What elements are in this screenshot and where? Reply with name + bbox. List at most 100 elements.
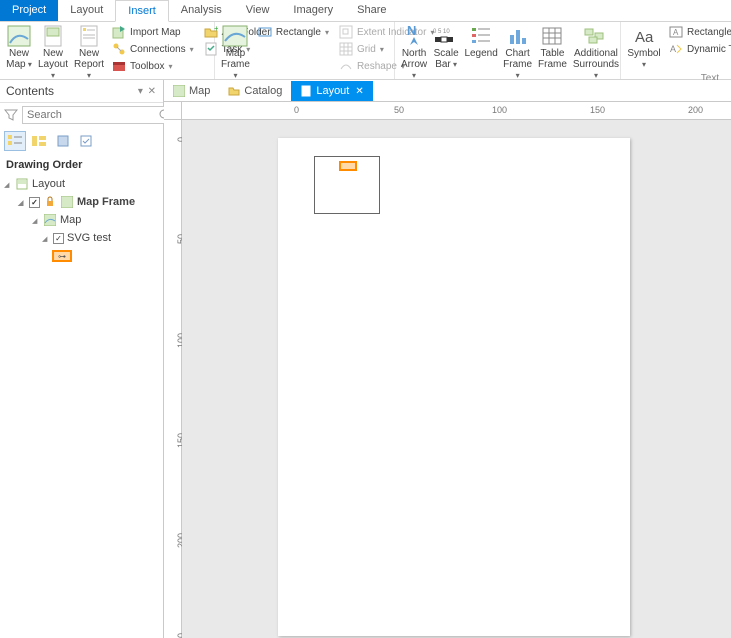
connections-label: Connections bbox=[130, 44, 186, 55]
ruler-label: 150 bbox=[590, 105, 605, 115]
chart-frame-button[interactable]: ChartFrame bbox=[501, 22, 534, 83]
view-tab-layout[interactable]: Layout✕ bbox=[291, 81, 372, 101]
tab-layout[interactable]: Layout bbox=[58, 0, 115, 21]
legend-button[interactable]: Legend bbox=[463, 22, 499, 61]
tab-imagery[interactable]: Imagery bbox=[281, 0, 345, 21]
ruler-label: 50 bbox=[394, 105, 404, 115]
legend-label: Legend bbox=[464, 48, 497, 59]
visibility-checkbox[interactable] bbox=[53, 233, 64, 244]
twisty-icon[interactable] bbox=[32, 214, 40, 226]
ribbon-group-map-surrounds: N NorthArrow 0 5 10 ScaleBar Legend Char… bbox=[395, 22, 621, 79]
extent-icon bbox=[339, 25, 353, 39]
dynamic-text-button[interactable]: A Dynamic Text bbox=[665, 41, 731, 57]
text-rectangle-button[interactable]: ARectangle bbox=[665, 24, 731, 40]
contents-header: Contents ▾ ✕ bbox=[0, 80, 163, 103]
report-icon bbox=[76, 24, 102, 48]
drawing-order-title: Drawing Order bbox=[0, 157, 163, 175]
ruler-label: 200 bbox=[688, 105, 703, 115]
surrounds-icon bbox=[583, 24, 609, 48]
view-tab-label: Catalog bbox=[244, 85, 282, 97]
toolbox-button[interactable]: Toolbox bbox=[108, 58, 198, 74]
view-tab-label: Map bbox=[189, 85, 210, 97]
additional-surrounds-button[interactable]: AdditionalSurrounds bbox=[571, 22, 621, 83]
connections-button[interactable]: Connections bbox=[108, 41, 198, 57]
rectangle-button[interactable]: Rectangle bbox=[254, 24, 333, 40]
chart-frame-label: ChartFrame bbox=[503, 48, 532, 70]
symbol-button[interactable]: Aa Symbol bbox=[625, 22, 663, 72]
list-by-selection-button[interactable] bbox=[76, 131, 98, 151]
tab-insert[interactable]: Insert bbox=[115, 0, 169, 22]
visibility-checkbox[interactable] bbox=[29, 197, 40, 208]
north-arrow-button[interactable]: N NorthArrow bbox=[399, 22, 429, 83]
dynamic-text-icon: A bbox=[669, 42, 683, 56]
pane-controls[interactable]: ▾ ✕ bbox=[138, 86, 157, 97]
horizontal-ruler: 0 50 100 150 200 bbox=[182, 102, 731, 120]
rectangle-icon bbox=[258, 25, 272, 39]
tree-item-map-frame[interactable]: Map Frame bbox=[2, 193, 161, 211]
tree-label: Map Frame bbox=[77, 196, 135, 208]
main: Contents ▾ ✕ Drawing Order Layout Map Fr… bbox=[0, 80, 731, 638]
table-icon bbox=[539, 24, 565, 48]
list-by-source-button[interactable] bbox=[52, 131, 74, 151]
scale-bar-button[interactable]: 0 5 10 ScaleBar bbox=[431, 22, 461, 72]
vertical-ruler: 0 50 100 150 200 250 bbox=[164, 120, 182, 638]
view-tabs: Map Catalog Layout✕ bbox=[164, 80, 731, 102]
grid-label: Grid bbox=[357, 44, 376, 55]
twisty-icon[interactable] bbox=[42, 232, 50, 244]
layout-icon bbox=[40, 24, 66, 48]
reshape-label: Reshape bbox=[357, 61, 397, 72]
legend-icon bbox=[468, 24, 494, 48]
pane-buttons bbox=[0, 127, 163, 157]
map-item-icon bbox=[43, 213, 57, 227]
layout-page[interactable] bbox=[278, 138, 630, 636]
svg-text:N: N bbox=[407, 25, 416, 38]
import-map-button[interactable]: Import Map bbox=[108, 24, 198, 40]
ruler-label: 0 bbox=[294, 105, 299, 115]
connections-icon bbox=[112, 42, 126, 56]
list-by-element-type-button[interactable] bbox=[28, 131, 50, 151]
dynamic-text-label: Dynamic Text bbox=[687, 44, 731, 55]
new-layout-button[interactable]: NewLayout bbox=[36, 22, 70, 83]
tree-label: Layout bbox=[32, 178, 65, 190]
tab-view[interactable]: View bbox=[234, 0, 282, 21]
tree-item-symbol[interactable]: ⊶ bbox=[2, 247, 161, 265]
twisty-icon[interactable] bbox=[4, 178, 12, 190]
list-by-drawing-order-button[interactable] bbox=[4, 131, 26, 151]
symbol-label: Symbol bbox=[627, 48, 660, 59]
search-input[interactable] bbox=[22, 106, 174, 124]
ribbon: NewMap NewLayout NewReport Import Map Co… bbox=[0, 22, 731, 80]
view-tab-map[interactable]: Map bbox=[164, 81, 219, 101]
search-row bbox=[0, 103, 163, 127]
close-icon[interactable]: ✕ bbox=[355, 86, 363, 97]
twisty-icon[interactable] bbox=[18, 196, 26, 208]
view-tab-catalog[interactable]: Catalog bbox=[219, 81, 291, 101]
table-frame-button[interactable]: TableFrame bbox=[536, 22, 569, 72]
tab-project[interactable]: Project bbox=[0, 0, 58, 21]
ribbon-group-text: Aa Symbol ARectangle ADynamic Text Text bbox=[621, 22, 731, 79]
toc-tree: Layout Map Frame Map SVG test ⊶ bbox=[0, 175, 163, 265]
filter-icon[interactable] bbox=[4, 108, 18, 122]
new-report-button[interactable]: NewReport bbox=[72, 22, 106, 83]
tree-item-svg-test[interactable]: SVG test bbox=[2, 229, 161, 247]
layout-item-icon bbox=[15, 177, 29, 191]
rectangle-label: Rectangle bbox=[276, 27, 321, 38]
layout-view-icon bbox=[300, 85, 312, 97]
text-symbol-icon: Aa bbox=[631, 24, 657, 48]
map-frame-button[interactable]: MapFrame bbox=[219, 22, 252, 83]
tab-analysis[interactable]: Analysis bbox=[169, 0, 234, 21]
grid-icon bbox=[339, 42, 353, 56]
ribbon-tabs: Project Layout Insert Analysis View Imag… bbox=[0, 0, 731, 22]
chart-icon bbox=[505, 24, 531, 48]
layout-canvas[interactable] bbox=[182, 120, 731, 638]
import-map-label: Import Map bbox=[130, 27, 181, 38]
tree-item-map[interactable]: Map bbox=[2, 211, 161, 229]
new-map-button[interactable]: NewMap bbox=[4, 22, 34, 72]
text-rectangle-icon: A bbox=[669, 25, 683, 39]
tree-item-layout[interactable]: Layout bbox=[2, 175, 161, 193]
lock-icon bbox=[43, 195, 57, 209]
tab-share[interactable]: Share bbox=[345, 0, 398, 21]
catalog-icon bbox=[228, 85, 240, 97]
map-frame-element[interactable] bbox=[314, 156, 380, 214]
new-report-label: NewReport bbox=[74, 48, 104, 70]
new-layout-label: NewLayout bbox=[38, 48, 68, 70]
